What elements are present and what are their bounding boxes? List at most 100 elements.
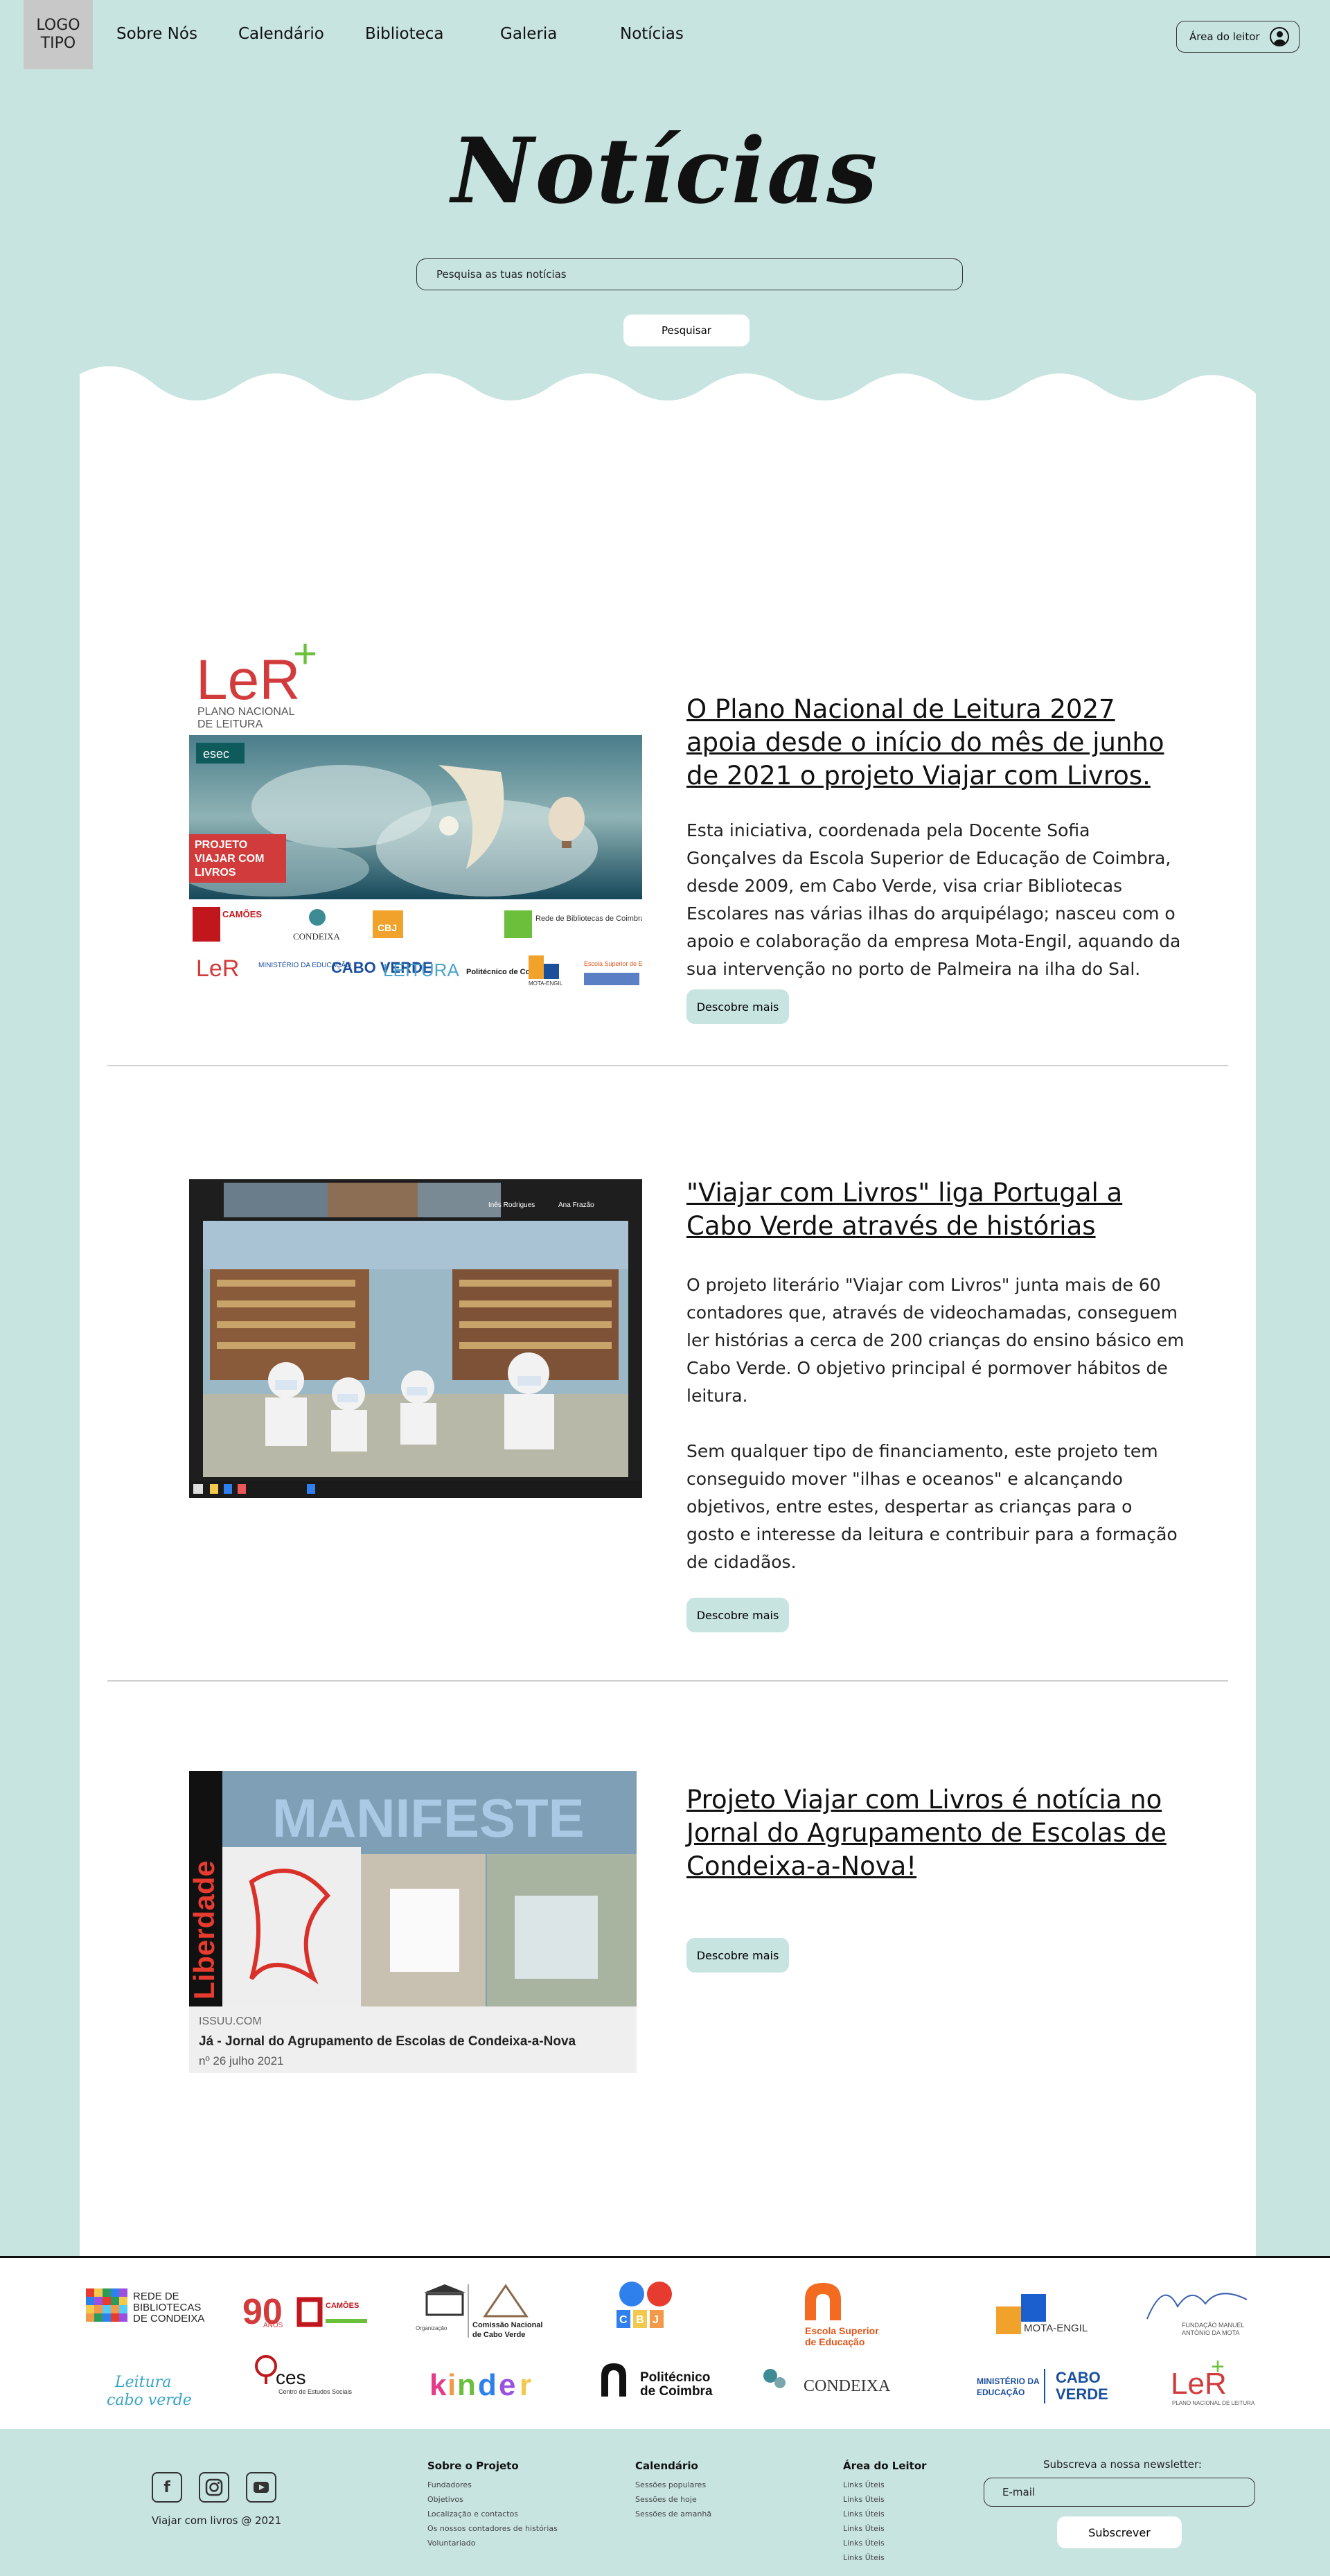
- footer-col-title: Sobre o Projeto: [427, 2460, 519, 2472]
- newsletter-email-input[interactable]: [984, 2478, 1255, 2507]
- svg-text:Inês Rodrigues: Inês Rodrigues: [488, 1201, 535, 1209]
- footer-link[interactable]: Sessões de hoje: [635, 2492, 711, 2507]
- article-3-title[interactable]: Projeto Viajar com Livros é notícia no J…: [686, 1783, 1185, 1883]
- footer-link[interactable]: Voluntariado: [427, 2536, 558, 2550]
- logo-cbj: C B J: [617, 2282, 672, 2328]
- svg-text:e: e: [499, 2368, 515, 2402]
- svg-text:Ana Frazão: Ana Frazão: [558, 1201, 594, 1209]
- facebook-icon[interactable]: f: [152, 2472, 182, 2503]
- page-title: Notícias: [451, 118, 879, 224]
- article-2-title[interactable]: "Viajar com Livros" liga Portugal a Cabo…: [686, 1176, 1185, 1243]
- svg-text:ANOS: ANOS: [263, 2322, 283, 2329]
- svg-text:LEITURA: LEITURA: [383, 960, 459, 980]
- copyright: Viajar com livros @ 2021: [152, 2514, 282, 2527]
- nav-link-calendario[interactable]: Calendário: [238, 25, 324, 43]
- article-2-paragraph-2: Sem qualquer tipo de financiamento, este…: [686, 1441, 1178, 1572]
- footer-link[interactable]: Fundadores: [427, 2478, 558, 2492]
- svg-text:PLANO NACIONAL: PLANO NACIONAL: [197, 706, 295, 718]
- logo-kinder: kinder: [429, 2368, 531, 2402]
- youtube-icon[interactable]: [246, 2472, 276, 2503]
- article-3-image[interactable]: Liberdade MANIFESTE ISSUU.COM Já - Jorna…: [189, 1771, 637, 2073]
- svg-text:Leitura: Leitura: [114, 2374, 171, 2391]
- svg-text:LeR: LeR: [196, 955, 239, 982]
- divider: [107, 1065, 1228, 1066]
- footer-link[interactable]: Links Úteis: [843, 2550, 927, 2565]
- svg-text:de Coimbra: de Coimbra: [640, 2384, 713, 2399]
- svg-text:ISSUU.COM: ISSUU.COM: [199, 2015, 262, 2027]
- svg-text:CAMÕES: CAMÕES: [222, 909, 262, 919]
- svg-text:J: J: [653, 2314, 659, 2326]
- logo-politecnico-coimbra: Politécnico de Coimbra: [601, 2363, 713, 2399]
- footer-link[interactable]: Sessões populares: [635, 2478, 711, 2492]
- article-2-image[interactable]: Inês Rodrigues Ana Frazão: [189, 1179, 642, 1498]
- svg-text:cabo verde: cabo verde: [107, 2392, 192, 2409]
- svg-text:LIVROS: LIVROS: [195, 867, 236, 879]
- article-1-title[interactable]: O Plano Nacional de Leitura 2027 apoia d…: [686, 693, 1185, 793]
- footer-col-title: Calendário: [635, 2460, 698, 2472]
- svg-text:ANTÓNIO DA MOTA: ANTÓNIO DA MOTA: [1182, 2329, 1239, 2336]
- reader-area-button[interactable]: Área do leitor: [1176, 21, 1300, 53]
- svg-text:FUNDAÇÃO MANUEL: FUNDAÇÃO MANUEL: [1182, 2322, 1245, 2329]
- svg-text:nº 26 julho 2021: nº 26 julho 2021: [199, 2054, 283, 2067]
- footer-col-title: Área do Leitor: [843, 2460, 927, 2472]
- svg-text:EDUCAÇÃO: EDUCAÇÃO: [977, 2387, 1025, 2397]
- svg-text:+: +: [293, 640, 317, 677]
- footer-link[interactable]: Links Úteis: [843, 2492, 927, 2507]
- svg-text:n: n: [457, 2368, 476, 2402]
- footer-link[interactable]: Localização e contactos: [427, 2507, 558, 2521]
- nav-link-sobre-nos[interactable]: Sobre Nós: [116, 25, 197, 43]
- article-2-paragraph-1: O projeto literário "Viajar com Livros" …: [686, 1275, 1185, 1406]
- logo-escola-superior-educacao: Escola Superior de Educação: [805, 2283, 879, 2347]
- svg-text:CONDEIXA: CONDEIXA: [804, 2377, 891, 2395]
- footer-link[interactable]: Os nossos contadores de histórias: [427, 2521, 558, 2536]
- svg-text:i: i: [447, 2368, 456, 2402]
- svg-text:Rede de Bibliotecas de Coimbra: Rede de Bibliotecas de Coimbra: [535, 915, 642, 923]
- svg-text:d: d: [478, 2368, 497, 2402]
- footer-link[interactable]: Objetivos: [427, 2492, 558, 2507]
- article-2-body: O projeto literário "Viajar com Livros" …: [686, 1271, 1185, 1604]
- logo[interactable]: LOGO TIPO: [24, 0, 93, 69]
- search-button[interactable]: Pesquisar: [623, 315, 750, 346]
- svg-text:REDE DE: REDE DE: [133, 2291, 179, 2302]
- footer-link[interactable]: Links Úteis: [843, 2507, 927, 2521]
- svg-text:CONDEIXA: CONDEIXA: [293, 931, 340, 942]
- instagram-icon[interactable]: [199, 2472, 229, 2503]
- logo-ces: ces Centro de Estudos Sociais: [255, 2355, 353, 2395]
- logo-ministerio-educacao-cabo-verde: MINISTÉRIO DA EDUCAÇÃO CABO VERDE: [977, 2369, 1108, 2403]
- svg-text:Comissão Nacional: Comissão Nacional: [472, 2321, 542, 2329]
- logo-mota-engil: MOTA-ENGIL: [996, 2294, 1088, 2334]
- nav-link-biblioteca[interactable]: Biblioteca: [365, 25, 444, 43]
- svg-text:DE CONDEIXA: DE CONDEIXA: [133, 2313, 204, 2324]
- article-1-body: Esta iniciativa, coordenada pela Docente…: [686, 817, 1185, 1011]
- footer-link[interactable]: Sessões de amanhã: [635, 2507, 711, 2521]
- article-1-image[interactable]: LeR + PLANO NACIONAL DE LEITURA esec PRO…: [189, 640, 642, 987]
- footer-link[interactable]: Links Úteis: [843, 2536, 927, 2550]
- partner-logos: REDE DE BIBLIOTECAS DE CONDEIXA 90 ANOS …: [0, 2256, 1330, 2429]
- user-icon: [1270, 27, 1289, 46]
- footer-link[interactable]: Links Úteis: [843, 2521, 927, 2536]
- svg-text:de Cabo Verde: de Cabo Verde: [472, 2331, 525, 2339]
- footer-col-sobre-projeto: Sobre o Projeto Fundadores Objetivos Loc…: [427, 2460, 558, 2550]
- svg-text:Já - Jornal do Agrupamento de: Já - Jornal do Agrupamento de Escolas de…: [199, 2034, 576, 2049]
- svg-text:Organização: Organização: [416, 2325, 447, 2331]
- logo-ler-plano-nacional: LeR + PLANO NACIONAL DE LEITURA: [1171, 2354, 1255, 2406]
- footer: f Viajar com livros @ 2021 Sobre o Proje…: [0, 2429, 1330, 2576]
- divider: [107, 1680, 1228, 1682]
- subscribe-button[interactable]: Subscrever: [1057, 2516, 1182, 2548]
- svg-text:k: k: [429, 2368, 447, 2402]
- svg-text:B: B: [636, 2314, 644, 2326]
- article-2-more-button[interactable]: Descobre mais: [686, 1598, 789, 1632]
- footer-link[interactable]: Links Úteis: [843, 2478, 927, 2492]
- search-input[interactable]: [416, 258, 963, 290]
- logo-90-anos: 90 ANOS CAMÕES: [242, 2292, 367, 2332]
- ler-logo-text: LeR: [196, 649, 300, 712]
- nav-link-galeria[interactable]: Galeria: [500, 25, 557, 43]
- svg-text:r: r: [520, 2368, 531, 2402]
- article-3-more-button[interactable]: Descobre mais: [686, 1938, 789, 1973]
- nav-link-noticias[interactable]: Notícias: [620, 25, 684, 43]
- svg-text:Politécnico: Politécnico: [640, 2370, 710, 2385]
- svg-text:MOTA-ENGIL: MOTA-ENGIL: [529, 980, 563, 987]
- article-1-more-button[interactable]: Descobre mais: [686, 989, 789, 1024]
- logo-rede-bibliotecas-condeixa: REDE DE BIBLIOTECAS DE CONDEIXA: [86, 2288, 204, 2324]
- svg-text:CBJ: CBJ: [378, 922, 397, 933]
